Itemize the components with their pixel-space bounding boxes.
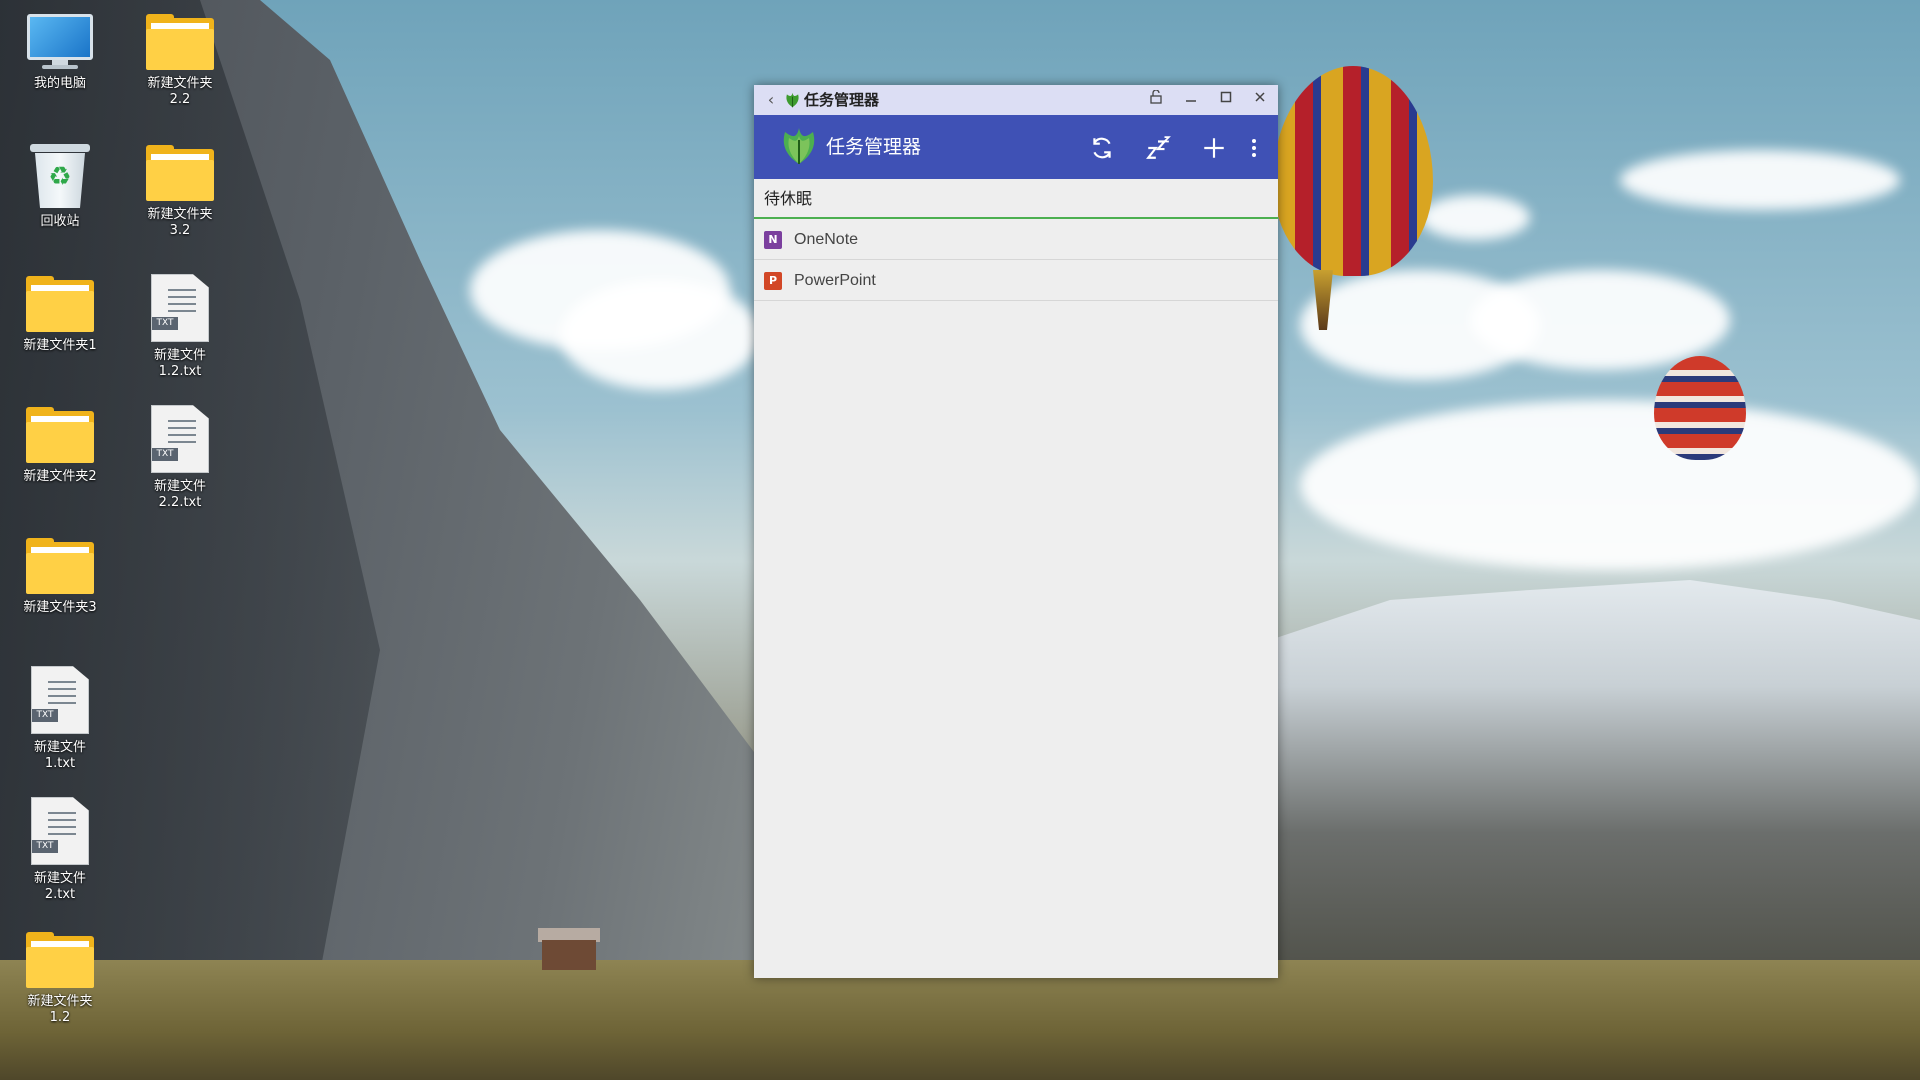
txt-file-icon: TXT bbox=[151, 405, 209, 473]
sleep-icon[interactable] bbox=[1136, 125, 1180, 169]
window-titlebar[interactable]: ‹ 任务管理器 bbox=[754, 85, 1278, 115]
desktop-icon-folder-3-2[interactable]: 新建文件夹 3.2 bbox=[124, 145, 236, 239]
desktop-icon-txt-1-2[interactable]: TXT 新建文件 1.2.txt bbox=[124, 274, 236, 380]
leaf-logo-icon bbox=[783, 128, 815, 164]
desktop-icon-label: 新建文件夹2 bbox=[23, 469, 97, 484]
back-icon[interactable]: ‹ bbox=[760, 85, 782, 115]
toolbar-title: 任务管理器 bbox=[826, 136, 922, 158]
txt-file-icon: TXT bbox=[31, 666, 89, 734]
desktop-icon-label: 我的电脑 bbox=[33, 76, 86, 91]
desktop-icon-my-computer[interactable]: 我的电脑 bbox=[4, 14, 116, 92]
folder-icon bbox=[26, 276, 94, 332]
desktop-icon-label: 新建文件夹3 bbox=[23, 600, 97, 615]
desktop-icon-label: 新建文件 1.txt bbox=[33, 740, 86, 771]
folder-icon bbox=[26, 407, 94, 463]
cloud bbox=[560, 280, 760, 390]
app-toolbar: 任务管理器 bbox=[754, 115, 1278, 179]
desktop-icon-folder-1-2[interactable]: 新建文件夹 1.2 bbox=[4, 932, 116, 1026]
desktop: 我的电脑 ♻ 回收站 新建文件夹1 新建文件夹2 新建文件夹3 TXT 新建文件… bbox=[0, 0, 1920, 1080]
cabin bbox=[542, 940, 596, 970]
txt-badge: TXT bbox=[152, 317, 178, 330]
pin-icon[interactable] bbox=[1140, 85, 1172, 115]
txt-file-icon: TXT bbox=[151, 274, 209, 342]
folder-icon bbox=[26, 932, 94, 988]
hot-air-balloon-small bbox=[1654, 356, 1746, 460]
desktop-icon-label: 新建文件 1.2.txt bbox=[153, 348, 206, 379]
desktop-icon-txt-2[interactable]: TXT 新建文件 2.txt bbox=[4, 797, 116, 903]
valley bbox=[0, 960, 1920, 1080]
app-row-powerpoint[interactable]: P PowerPoint bbox=[754, 260, 1278, 301]
desktop-icon-label: 新建文件夹1 bbox=[23, 338, 97, 353]
desktop-icon-txt-1[interactable]: TXT 新建文件 1.txt bbox=[4, 666, 116, 772]
desktop-icon-label: 新建文件夹 1.2 bbox=[27, 994, 93, 1025]
folder-icon bbox=[146, 14, 214, 70]
refresh-icon[interactable] bbox=[1080, 125, 1124, 169]
window-title: 任务管理器 bbox=[804, 91, 880, 109]
desktop-icon-folder-1[interactable]: 新建文件夹1 bbox=[4, 276, 116, 354]
folder-icon bbox=[26, 538, 94, 594]
add-icon[interactable] bbox=[1192, 125, 1236, 169]
app-name: PowerPoint bbox=[794, 272, 876, 289]
folder-icon bbox=[146, 145, 214, 201]
cloud bbox=[1620, 150, 1900, 210]
desktop-icon-label: 新建文件 2.txt bbox=[33, 871, 86, 902]
app-name: OneNote bbox=[794, 231, 859, 248]
desktop-icon-folder-2[interactable]: 新建文件夹2 bbox=[4, 407, 116, 485]
desktop-icon-recycle-bin[interactable]: ♻ 回收站 bbox=[4, 144, 116, 230]
close-icon[interactable] bbox=[1244, 85, 1276, 115]
desktop-icon-folder-3[interactable]: 新建文件夹3 bbox=[4, 538, 116, 616]
cloud bbox=[1300, 400, 1920, 570]
section-header-pending-sleep: 待休眠 bbox=[754, 179, 1278, 219]
minimize-icon[interactable] bbox=[1175, 85, 1207, 115]
onenote-icon: N bbox=[764, 231, 782, 249]
desktop-icon-folder-2-2[interactable]: 新建文件夹 2.2 bbox=[124, 14, 236, 108]
computer-icon bbox=[27, 14, 93, 70]
desktop-icon-label: 新建文件夹 2.2 bbox=[147, 76, 213, 107]
powerpoint-icon: P bbox=[764, 272, 782, 290]
txt-badge: TXT bbox=[152, 448, 178, 461]
snow-mountains bbox=[1270, 580, 1920, 980]
desktop-icon-label: 新建文件 2.2.txt bbox=[153, 479, 206, 510]
desktop-icon-label: 新建文件夹 3.2 bbox=[147, 207, 213, 238]
txt-file-icon: TXT bbox=[31, 797, 89, 865]
leaf-logo-icon bbox=[786, 92, 799, 108]
hot-air-balloon-large bbox=[1273, 66, 1433, 276]
txt-badge: TXT bbox=[32, 840, 58, 853]
task-manager-window: ‹ 任务管理器 任务管理器 待休眠 N OneNote P PowerPoint bbox=[754, 85, 1278, 978]
desktop-icon-label: 回收站 bbox=[40, 214, 80, 229]
more-vert-icon[interactable] bbox=[1238, 125, 1270, 169]
recycle-bin-icon: ♻ bbox=[30, 144, 90, 208]
txt-badge: TXT bbox=[32, 709, 58, 722]
app-row-onenote[interactable]: N OneNote bbox=[754, 219, 1278, 260]
cloud bbox=[1470, 270, 1730, 370]
desktop-icon-txt-2-2[interactable]: TXT 新建文件 2.2.txt bbox=[124, 405, 236, 511]
maximize-icon[interactable] bbox=[1210, 85, 1242, 115]
cloud bbox=[1420, 195, 1530, 240]
